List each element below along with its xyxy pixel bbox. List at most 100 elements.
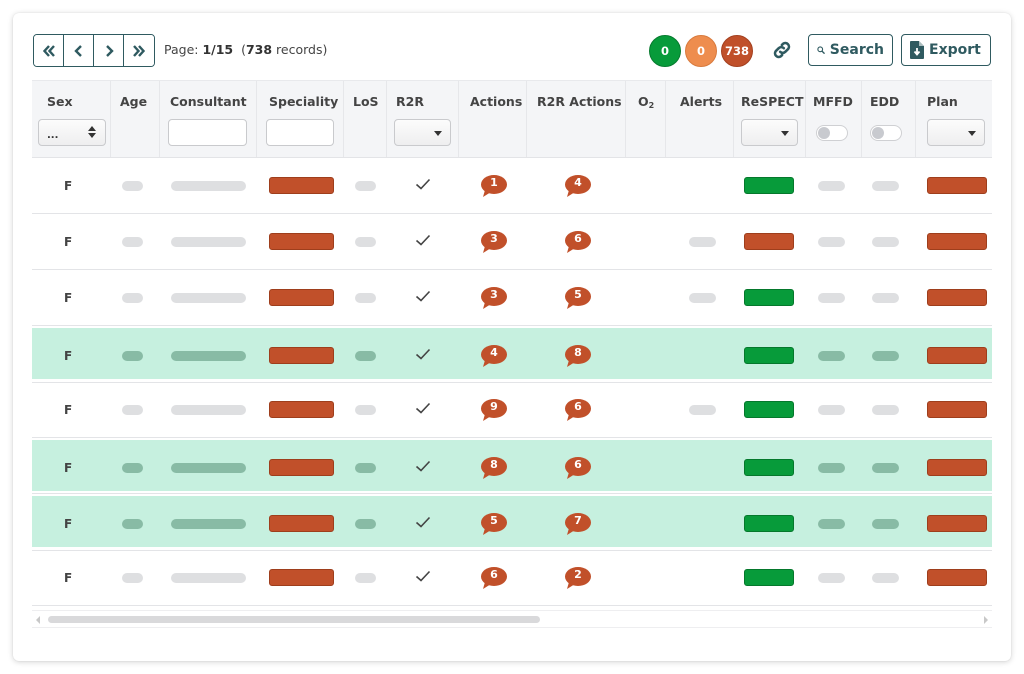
sex-filter-select[interactable]: ... xyxy=(38,119,106,146)
r2r-actions-count: 6 xyxy=(574,400,582,413)
column-label-alerts: Alerts xyxy=(680,94,723,109)
plan-filter-select[interactable] xyxy=(927,119,985,146)
r2r-actions-count-bubble[interactable]: 8 xyxy=(564,345,592,369)
speciality-status-box[interactable] xyxy=(269,459,334,476)
plan-status-box[interactable] xyxy=(927,289,987,306)
actions-count-bubble[interactable]: 4 xyxy=(480,345,508,369)
speciality-status-box[interactable] xyxy=(269,515,334,532)
speciality-status-box[interactable] xyxy=(269,177,334,194)
respect-status-box[interactable] xyxy=(744,569,794,586)
last-page-button[interactable] xyxy=(124,35,154,66)
count-badge-green[interactable]: 0 xyxy=(649,35,681,67)
actions-count-bubble[interactable]: 1 xyxy=(480,175,508,199)
cell-consultant xyxy=(160,328,257,379)
table-row-5[interactable]: F 9 6 xyxy=(32,382,992,438)
table-row-2[interactable]: F 3 6 xyxy=(32,214,992,270)
horizontal-scrollbar[interactable] xyxy=(32,610,992,628)
column-header-consultant: Consultant xyxy=(160,81,257,157)
actions-count-bubble[interactable]: 3 xyxy=(480,287,508,311)
table-row-8[interactable]: F 6 2 xyxy=(32,550,992,606)
export-button[interactable]: Export xyxy=(901,34,991,66)
cell-speciality xyxy=(257,440,344,491)
r2r-actions-count-bubble[interactable]: 6 xyxy=(564,231,592,255)
consultant-placeholder xyxy=(171,181,246,191)
r2r-actions-count-bubble[interactable]: 6 xyxy=(564,457,592,481)
actions-count-bubble[interactable]: 6 xyxy=(480,567,508,591)
r2r-actions-count-bubble[interactable]: 4 xyxy=(564,175,592,199)
plan-status-box[interactable] xyxy=(927,459,987,476)
link-icon[interactable] xyxy=(771,39,793,61)
column-header-respect: ReSPECT xyxy=(734,81,806,157)
speciality-status-box[interactable] xyxy=(269,289,334,306)
consultant-filter-input[interactable] xyxy=(168,119,247,146)
plan-status-box[interactable] xyxy=(927,515,987,532)
scroll-left-arrow-icon[interactable] xyxy=(36,616,40,624)
r2r-actions-count: 8 xyxy=(574,346,582,359)
search-button[interactable]: Search xyxy=(808,34,893,66)
first-page-button[interactable] xyxy=(34,35,64,66)
previous-page-button[interactable] xyxy=(64,35,94,66)
respect-status-box[interactable] xyxy=(744,347,794,364)
speciality-status-box[interactable] xyxy=(269,401,334,418)
plan-status-box[interactable] xyxy=(927,177,987,194)
r2r-actions-count-bubble[interactable]: 7 xyxy=(564,513,592,537)
count-badge-red[interactable]: 738 xyxy=(721,35,753,67)
column-label-mffd: MFFD xyxy=(813,94,853,109)
export-button-label: Export xyxy=(929,42,981,58)
respect-status-box[interactable] xyxy=(744,177,794,194)
r2r-actions-count-bubble[interactable]: 5 xyxy=(564,287,592,311)
respect-status-box[interactable] xyxy=(744,515,794,532)
cell-actions: 6 xyxy=(459,550,527,605)
plan-status-box[interactable] xyxy=(927,401,987,418)
column-header-plan: Plan xyxy=(916,81,992,157)
sex-value: F xyxy=(64,461,73,475)
r2r-actions-count-bubble[interactable]: 2 xyxy=(564,567,592,591)
actions-count-bubble[interactable]: 3 xyxy=(480,231,508,255)
mffd-placeholder xyxy=(818,405,845,415)
r2r-actions-count-bubble[interactable]: 6 xyxy=(564,399,592,423)
scroll-right-arrow-icon[interactable] xyxy=(984,616,988,624)
caret-down-icon xyxy=(781,131,789,136)
cell-consultant xyxy=(160,550,257,605)
actions-count-bubble[interactable]: 9 xyxy=(480,399,508,423)
plan-status-box[interactable] xyxy=(927,347,987,364)
cell-mffd xyxy=(806,382,862,437)
table-row-1[interactable]: F 1 4 xyxy=(32,158,992,214)
speciality-status-box[interactable] xyxy=(269,347,334,364)
edd-filter-toggle[interactable] xyxy=(870,125,902,141)
respect-filter-select[interactable] xyxy=(741,119,798,146)
count-badge-orange[interactable]: 0 xyxy=(685,35,717,67)
cell-actions: 8 xyxy=(459,440,527,491)
records-count: 738 xyxy=(245,42,273,57)
cell-age xyxy=(111,496,160,547)
table-row-7[interactable]: F 5 7 xyxy=(32,493,992,551)
r2r-filter-select[interactable] xyxy=(394,119,451,146)
respect-status-box[interactable] xyxy=(744,233,794,250)
cell-alerts xyxy=(666,158,734,213)
plan-status-box[interactable] xyxy=(927,233,987,250)
cell-r2r-actions: 2 xyxy=(527,550,626,605)
actions-count-bubble[interactable]: 8 xyxy=(480,457,508,481)
actions-count-bubble[interactable]: 5 xyxy=(480,513,508,537)
actions-count: 1 xyxy=(490,176,498,189)
next-page-button[interactable] xyxy=(94,35,124,66)
respect-status-box[interactable] xyxy=(744,401,794,418)
speciality-filter-input[interactable] xyxy=(266,119,334,146)
caret-down-icon xyxy=(968,131,976,136)
speciality-status-box[interactable] xyxy=(269,569,334,586)
checkmark-icon xyxy=(415,570,431,582)
table-row-3[interactable]: F 3 5 xyxy=(32,270,992,326)
table-row-6[interactable]: F 8 6 xyxy=(32,437,992,495)
table-row-4[interactable]: F 4 8 xyxy=(32,325,992,383)
scrollbar-thumb[interactable] xyxy=(48,616,540,623)
cell-speciality xyxy=(257,550,344,605)
cell-alerts xyxy=(666,270,734,325)
checkmark-icon xyxy=(415,460,431,472)
mffd-filter-toggle[interactable] xyxy=(816,125,848,141)
age-placeholder xyxy=(122,573,143,583)
speciality-status-box[interactable] xyxy=(269,233,334,250)
plan-status-box[interactable] xyxy=(927,569,987,586)
respect-status-box[interactable] xyxy=(744,459,794,476)
cell-r2r-actions: 7 xyxy=(527,496,626,547)
respect-status-box[interactable] xyxy=(744,289,794,306)
